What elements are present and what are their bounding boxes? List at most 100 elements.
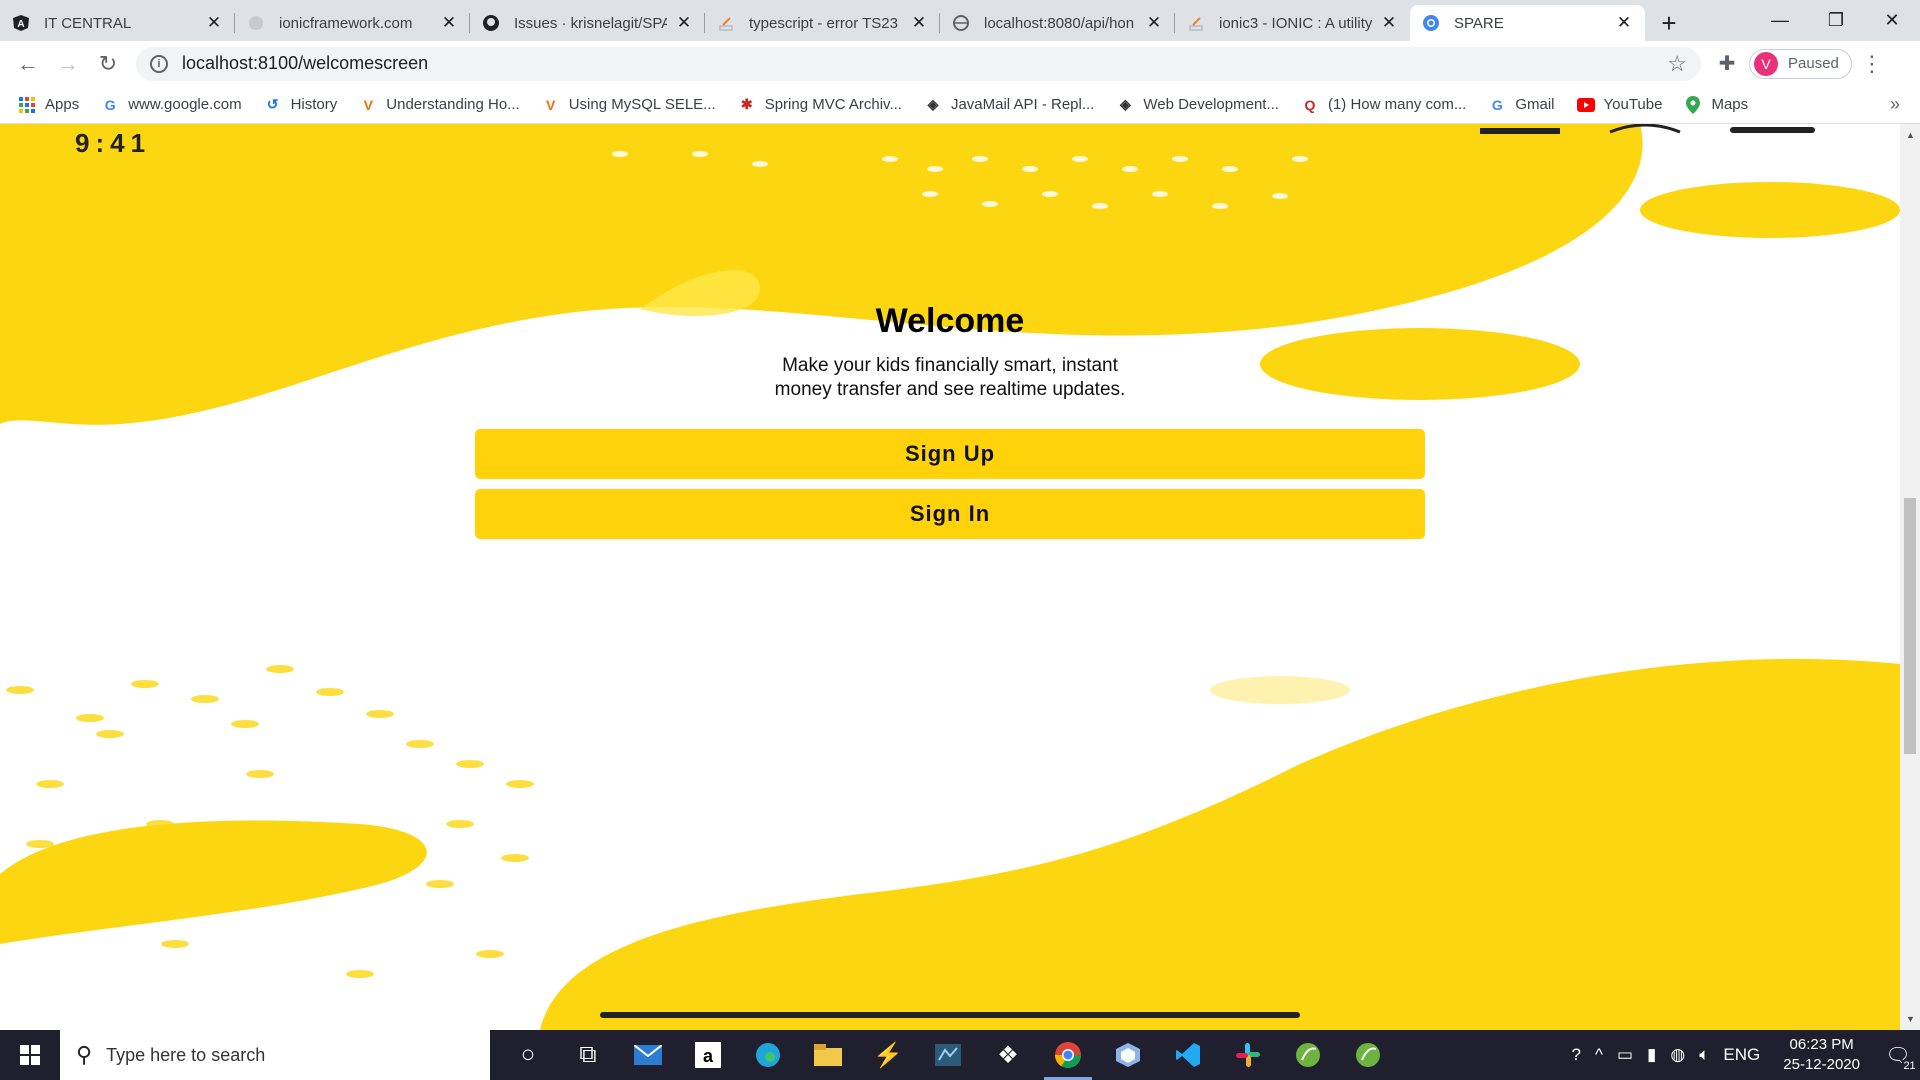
browser-toolbar: ← → ↻ i localhost:8100/welcomescreen ☆ ✚… (0, 41, 1920, 86)
cortana-icon[interactable]: ○ (498, 1030, 558, 1080)
kebab-menu-icon[interactable]: ⋮ (1852, 51, 1892, 77)
bookmark-javamail[interactable]: ◈ JavaMail API - Repl... (924, 96, 1095, 114)
v-logo-icon: V (546, 96, 556, 113)
sign-in-button[interactable]: Sign In (475, 489, 1425, 539)
bookmark-label: History (290, 96, 338, 113)
close-window-icon[interactable]: ✕ (1864, 0, 1920, 41)
tab-strip: A IT CENTRAL ✕ ionicframework.com ✕ Issu… (0, 0, 1920, 41)
file-explorer-icon[interactable] (798, 1030, 858, 1080)
amazon-icon[interactable]: a (678, 1030, 738, 1080)
window-controls: — ❐ ✕ (1752, 0, 1920, 41)
chrome-icon (1422, 14, 1440, 32)
edge-icon[interactable] (738, 1030, 798, 1080)
tab-github-issues[interactable]: Issues · krisnelagit/SPA ✕ (470, 5, 705, 41)
close-icon[interactable]: ✕ (440, 13, 458, 32)
address-bar[interactable]: i localhost:8100/welcomescreen ☆ (136, 46, 1701, 81)
spring-boot-icon[interactable] (1338, 1030, 1398, 1080)
dropbox-icon[interactable]: ❖ (978, 1030, 1038, 1080)
slack-icon[interactable] (1218, 1030, 1278, 1080)
new-tab-button[interactable]: + (1651, 5, 1687, 41)
windows-taskbar: ⚲ Type here to search ○ ⧉ a ⚡ ❖ ? ^ ▭ ▮ … (0, 1030, 1920, 1080)
network-globe-icon[interactable]: ◍ (1670, 1045, 1685, 1065)
spider-icon: ✱ (740, 96, 753, 112)
svg-text:A: A (17, 19, 24, 30)
system-tray: ? ^ ▭ ▮ ◍ 🔈︎ ENG 06:23 PM 25-12-2020 🗨︎ 2… (1565, 1030, 1920, 1080)
bookmark-label: Spring MVC Archiv... (764, 96, 902, 113)
clock-time: 06:23 PM (1789, 1036, 1854, 1053)
bookmark-mysql[interactable]: V Using MySQL SELE... (542, 96, 716, 114)
profile-button[interactable]: V Paused (1749, 48, 1852, 79)
tab-ionicframework[interactable]: ionicframework.com ✕ (235, 5, 470, 41)
forward-icon[interactable]: → (48, 44, 88, 84)
bookmark-maps[interactable]: Maps (1684, 95, 1748, 114)
tab-typescript-error[interactable]: typescript - error TS23 ✕ (705, 5, 940, 41)
star-icon[interactable]: ☆ (1667, 51, 1687, 77)
page-scrollbar[interactable]: ▲ ▼ (1900, 124, 1920, 1030)
notification-center-icon[interactable]: 🗨︎ 21 (1876, 1030, 1920, 1080)
tab-localhost-api[interactable]: localhost:8080/api/hon ✕ (940, 5, 1175, 41)
taskbar-clock[interactable]: 06:23 PM 25-12-2020 (1783, 1035, 1860, 1075)
close-icon[interactable]: ✕ (1145, 13, 1163, 32)
reload-icon[interactable]: ↻ (88, 44, 128, 84)
page-viewport: 9:41 Welcome Make your kids financially … (0, 124, 1900, 1030)
bookmark-spring[interactable]: ✱ Spring MVC Archiv... (738, 96, 902, 114)
taskbar-apps: ○ ⧉ a ⚡ ❖ (498, 1030, 1398, 1080)
close-icon[interactable]: ✕ (675, 13, 693, 32)
bookmark-label: Understanding Ho... (386, 96, 520, 113)
bookmark-quora[interactable]: Q (1) How many com... (1301, 96, 1467, 114)
vscode-icon[interactable] (1158, 1030, 1218, 1080)
mail-icon[interactable] (618, 1030, 678, 1080)
mock-home-indicator (600, 1012, 1300, 1018)
info-icon[interactable]: i (150, 54, 168, 73)
task-view-icon[interactable]: ⧉ (558, 1030, 618, 1080)
bookmark-apps[interactable]: Apps (18, 96, 79, 114)
sign-up-button[interactable]: Sign Up (475, 429, 1425, 479)
avatar: V (1754, 51, 1778, 76)
restore-icon[interactable]: ❐ (1808, 0, 1864, 41)
diamond-icon: ◈ (1119, 96, 1131, 112)
bookmark-google[interactable]: G www.google.com (101, 96, 242, 114)
close-icon[interactable]: ✕ (910, 13, 928, 32)
close-icon[interactable]: ✕ (1615, 13, 1633, 32)
tab-title: ionicframework.com (279, 14, 413, 32)
language-indicator[interactable]: ENG (1723, 1045, 1760, 1065)
scroll-down-icon[interactable]: ▼ (1906, 1014, 1915, 1024)
tab-title: IT CENTRAL (44, 14, 132, 32)
bookmark-history[interactable]: ↺ History (264, 96, 338, 114)
close-icon[interactable]: ✕ (1380, 13, 1398, 32)
virtualbox-icon[interactable] (1098, 1030, 1158, 1080)
spring-tool-icon[interactable] (1278, 1030, 1338, 1080)
mock-status-time: 9:41 (75, 128, 152, 158)
extensions-puzzle-icon[interactable]: ✚ (1707, 44, 1747, 84)
help-icon[interactable]: ? (1572, 1045, 1581, 1065)
bookmark-label: Web Development... (1143, 96, 1279, 113)
volume-icon[interactable]: 🔈︎ (1699, 1045, 1709, 1065)
chevron-up-icon[interactable]: ^ (1595, 1045, 1603, 1065)
tab-it-central[interactable]: A IT CENTRAL ✕ (0, 5, 235, 41)
bookmark-gmail[interactable]: G Gmail (1488, 96, 1555, 114)
close-icon[interactable]: ✕ (205, 13, 223, 32)
tab-spare[interactable]: SPARE ✕ (1410, 5, 1645, 41)
battery-icon[interactable]: ▮ (1647, 1045, 1656, 1065)
address-url[interactable]: localhost:8100/welcomescreen (182, 53, 1667, 74)
bookmark-webdev[interactable]: ◈ Web Development... (1116, 96, 1279, 114)
globe-icon (247, 14, 265, 32)
windows-start-icon[interactable] (0, 1030, 60, 1080)
scroll-up-icon[interactable]: ▲ (1906, 130, 1915, 140)
mysql-workbench-icon[interactable] (918, 1030, 978, 1080)
maps-pin-icon (1684, 95, 1702, 114)
taskbar-search[interactable]: ⚲ Type here to search (60, 1030, 490, 1080)
scroll-thumb[interactable] (1904, 498, 1916, 754)
bookmark-label: www.google.com (128, 96, 242, 113)
back-icon[interactable]: ← (8, 44, 48, 84)
chrome-taskbar-icon[interactable] (1038, 1030, 1098, 1080)
bookmark-label: Gmail (1515, 96, 1555, 113)
minimize-icon[interactable]: — (1752, 0, 1808, 41)
tab-ionic3-utility[interactable]: ionic3 - IONIC : A utility ✕ (1175, 5, 1410, 41)
bookmark-understanding[interactable]: V Understanding Ho... (359, 96, 520, 114)
profile-status-label: Paused (1788, 55, 1839, 72)
device-icon[interactable]: ▭ (1617, 1045, 1633, 1065)
sublime-icon[interactable]: ⚡ (858, 1030, 918, 1080)
chevron-more-icon[interactable]: » (1890, 94, 1900, 115)
bookmark-youtube[interactable]: YouTube (1576, 96, 1662, 114)
